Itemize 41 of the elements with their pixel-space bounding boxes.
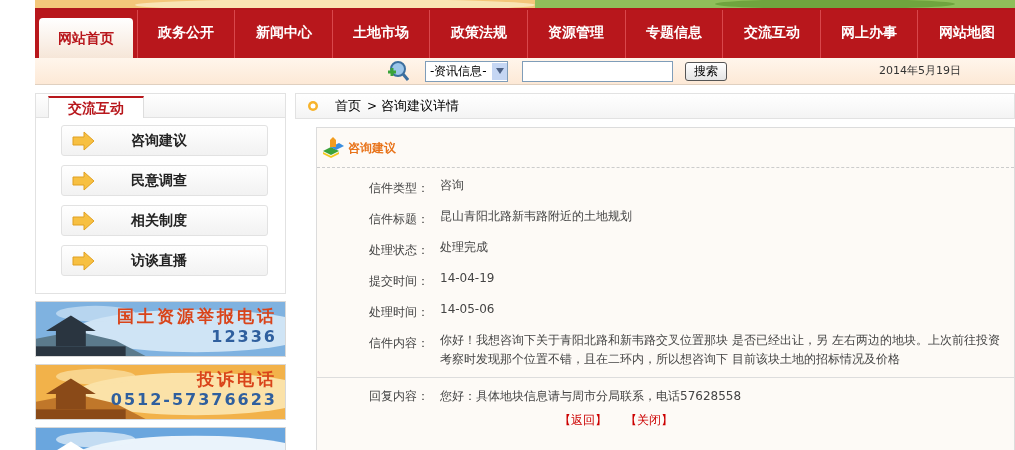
breadcrumb-home[interactable]: 首页 — [335, 96, 361, 116]
nav-tab[interactable]: 网站首页 — [39, 18, 133, 58]
arrow-icon — [72, 250, 95, 271]
field-value: 14-05-06 — [440, 301, 495, 318]
sidebar-item[interactable]: 民意调查 — [61, 165, 268, 196]
field-label: 处理时间： — [368, 304, 429, 321]
field-label: 信件内容： — [368, 335, 429, 352]
field-value: 昆山青阳北路新韦路附近的土地规划 — [440, 208, 632, 225]
blocks-icon — [321, 136, 345, 159]
field-label: 回复内容： — [368, 388, 429, 405]
search-icon — [385, 60, 409, 82]
field-value: 你好！我想咨询下关于青阳北路和新韦路交叉位置那块 是否已经出让，另 左右两边的地块。上次前往投资考察时发现那个位置不错，且在二环内，所以想咨询下 目前该块土地的招标情况及价格 — [440, 332, 1001, 368]
search-field[interactable] — [522, 60, 673, 82]
sidebar-item[interactable]: 相关制度 — [61, 205, 268, 236]
breadcrumb-separator: > — [367, 98, 378, 115]
field-value: 咨询 — [440, 177, 464, 194]
date-text: 2014年5月19日 — [879, 62, 961, 79]
banner-number: 0512-57376623 — [110, 390, 277, 411]
banner-number: 12336 — [211, 327, 277, 348]
banner-title: 国土资源举报电话 — [117, 306, 277, 328]
field-label: 信件类型： — [368, 180, 429, 197]
field-label: 提交时间： — [368, 273, 429, 290]
arrow-icon — [72, 130, 95, 151]
sidebar-item[interactable]: 访谈直播 — [61, 245, 268, 276]
action-link[interactable]: 【关闭】 — [624, 411, 673, 429]
arrow-icon — [72, 170, 95, 191]
breadcrumb-current: 咨询建议详情 — [381, 97, 460, 116]
action-link[interactable]: 【返回】 — [558, 411, 607, 429]
dropdown-icon — [492, 62, 507, 80]
arrow-icon — [72, 210, 95, 231]
field-value: 14-04-19 — [440, 270, 495, 287]
category-select[interactable]: -资讯信息- — [425, 60, 508, 82]
field-label: 处理状态： — [368, 242, 429, 259]
section-title: 咨询建议 — [348, 139, 396, 157]
search-button[interactable]: 搜索 — [685, 61, 727, 81]
sidebar-item[interactable]: 咨询建议 — [61, 125, 268, 156]
field-label: 信件标题： — [368, 211, 429, 228]
field-value: 处理完成 — [440, 239, 488, 256]
reply-text: 您好：具体地块信息请与周市分局联系，电话57628558 — [440, 388, 742, 405]
bullet-icon — [307, 100, 319, 112]
sidebar-title: 交流互动 — [48, 96, 144, 118]
